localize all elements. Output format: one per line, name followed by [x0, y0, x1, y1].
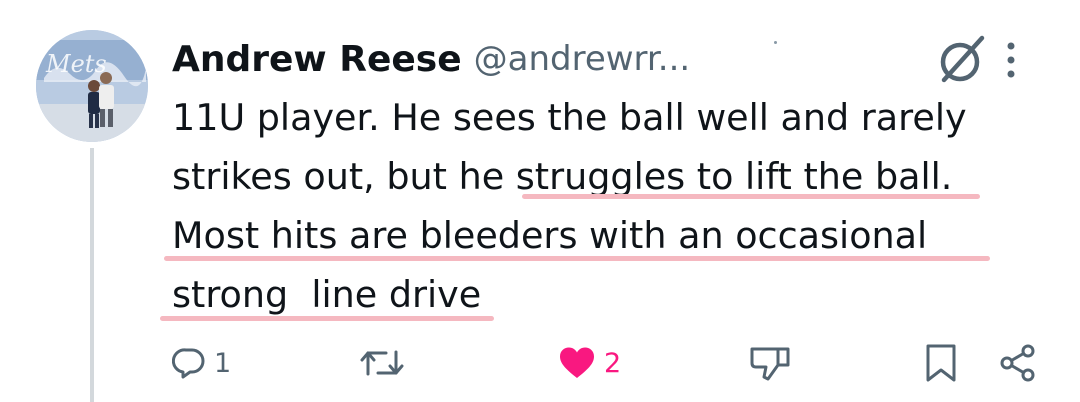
- more-vertical-icon[interactable]: [1004, 38, 1018, 82]
- bookmark-icon: [926, 344, 956, 382]
- share-icon: [1000, 344, 1035, 382]
- svg-text:Mets: Mets: [45, 50, 107, 78]
- bookmark-button[interactable]: [924, 338, 958, 388]
- speck: [774, 41, 777, 44]
- heart-icon: [560, 347, 594, 378]
- tweet-header: Andrew Reese @andrewrr...: [172, 34, 690, 84]
- highlight-underline: [164, 256, 990, 261]
- author-display-name[interactable]: Andrew Reese: [172, 39, 462, 80]
- like-button[interactable]: 2: [558, 338, 621, 388]
- avatar-photo: Mets: [36, 30, 148, 142]
- header-actions: [930, 30, 1018, 90]
- reply-count: 1: [214, 347, 232, 379]
- retweet-icon: [360, 350, 404, 376]
- dislike-icon: [750, 347, 790, 381]
- retweet-button[interactable]: [358, 338, 406, 388]
- reply-button[interactable]: 1: [172, 338, 231, 388]
- tweet-line-1: 11U player. He sees the ball well and ra…: [172, 96, 967, 139]
- dislike-button[interactable]: [748, 338, 792, 388]
- highlight-underline: [160, 316, 494, 321]
- like-count: 2: [604, 347, 622, 379]
- author-handle[interactable]: @andrewrr...: [474, 39, 691, 79]
- grok-icon[interactable]: [930, 30, 990, 90]
- tweet-text: 11U player. He sees the ball well and ra…: [172, 88, 1052, 324]
- avatar[interactable]: Mets: [36, 30, 148, 142]
- action-bar: 1 2: [0, 338, 1080, 388]
- reply-icon: [172, 348, 205, 379]
- share-button[interactable]: [998, 338, 1038, 388]
- highlight-underline: [522, 194, 980, 199]
